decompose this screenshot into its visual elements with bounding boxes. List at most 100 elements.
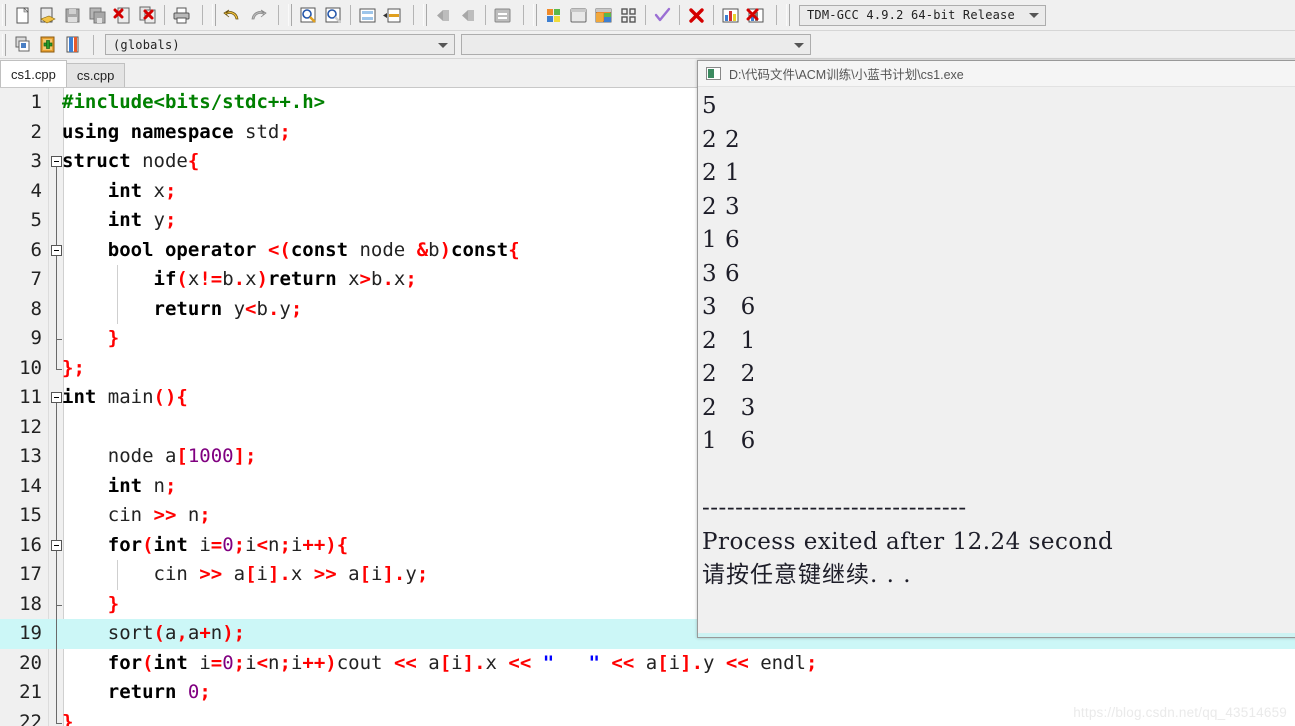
- code-text: using namespace std;: [62, 120, 291, 143]
- compiler-select[interactable]: TDM-GCC 4.9.2 64-bit Release: [799, 4, 1046, 26]
- compile-and-run-button[interactable]: [591, 3, 616, 28]
- scope-select[interactable]: (globals): [105, 34, 455, 55]
- console-line: 2 2: [702, 126, 741, 153]
- fold-toggle-icon[interactable]: [51, 156, 62, 167]
- print-button[interactable]: [169, 3, 194, 28]
- rebuild-all-button[interactable]: [616, 3, 641, 28]
- find-button[interactable]: [296, 3, 321, 28]
- undo-button[interactable]: [220, 3, 245, 28]
- fold-end-mark: [56, 368, 62, 370]
- nav-back-button[interactable]: [431, 3, 456, 28]
- console-line: 2 3: [702, 193, 741, 220]
- toolbar-grip[interactable]: [2, 4, 6, 26]
- redo-button[interactable]: [245, 3, 270, 28]
- toolbar-divider: [350, 5, 351, 25]
- toolbar-grip[interactable]: [288, 4, 292, 26]
- close-all-button[interactable]: [135, 3, 160, 28]
- code-text: cin >> n;: [62, 504, 211, 526]
- goto-line-button[interactable]: [355, 3, 380, 28]
- open-file-button[interactable]: [35, 3, 60, 28]
- code-text: int main(){: [62, 386, 188, 408]
- new-file-button[interactable]: [10, 3, 35, 28]
- code-text: int y;: [107, 209, 177, 231]
- new-project-button[interactable]: [10, 32, 35, 57]
- member-select[interactable]: [461, 34, 811, 55]
- project-manager-button[interactable]: [60, 32, 85, 57]
- code-text: }: [107, 592, 120, 615]
- delete-profile-button[interactable]: [743, 3, 768, 28]
- console-line: 3 6: [702, 294, 756, 320]
- toolbar-divider: [278, 5, 279, 25]
- code-text: #include<bits/stdc++.h>: [62, 91, 326, 113]
- tab-cs1-cpp[interactable]: cs1.cpp: [0, 60, 67, 87]
- console-app-icon: [706, 67, 721, 80]
- console-line: --------------------------------: [702, 495, 967, 521]
- code-text: int x;: [107, 179, 177, 202]
- toolbar-divider: [485, 5, 486, 25]
- console-line: 请按任意键继续. . .: [702, 562, 912, 588]
- console-line: 2 1: [702, 160, 741, 186]
- syntax-check-button[interactable]: [650, 3, 675, 28]
- compile-toolbar-group: [540, 0, 769, 30]
- console-output-window[interactable]: D:\代码文件\ACM训练\小蓝书计划\cs1.exe 5 2 2 2 1 2 3 1 …: [697, 60, 1295, 638]
- line-number: 20: [19, 651, 42, 674]
- console-line: 2 1: [702, 327, 756, 354]
- dev-cpp-window: TDM-GCC 4.9.2 64-bit Release (globals) c…: [0, 0, 1295, 726]
- line-number: 6: [30, 238, 42, 261]
- line-number: 4: [30, 179, 42, 202]
- add-to-project-button[interactable]: [35, 32, 60, 57]
- close-file-button[interactable]: [110, 3, 135, 28]
- fold-toggle-icon[interactable]: [51, 392, 62, 403]
- code-text: if(x!=b.x)return x>b.x;: [153, 268, 417, 290]
- code-line[interactable]: 21 return 0;: [0, 678, 1295, 708]
- code-line[interactable]: 20 for(int i=0;i<n;i++)cout << a[i].x <<…: [0, 649, 1295, 679]
- toolbar-grip[interactable]: [786, 4, 790, 26]
- toolbar-grip[interactable]: [423, 4, 427, 26]
- line-number: 2: [30, 120, 42, 143]
- fold-toggle-icon[interactable]: [51, 244, 62, 256]
- fold-end-mark: [56, 604, 62, 606]
- replace-button[interactable]: [321, 3, 346, 28]
- goto-function-button[interactable]: [380, 3, 405, 28]
- line-number: 21: [19, 681, 42, 703]
- navigation-toolbar-group: [430, 0, 516, 30]
- toolbar-grip[interactable]: [533, 4, 537, 26]
- console-line: 5: [702, 93, 718, 119]
- toolbar-divider: [645, 5, 646, 25]
- code-text: }: [62, 710, 74, 726]
- line-number: 5: [30, 209, 42, 231]
- toolbar-divider: [679, 5, 680, 25]
- scope-select-value: (globals): [113, 37, 180, 52]
- toolbar-divider: [93, 34, 94, 55]
- search-toolbar-group: [295, 0, 406, 30]
- blog-watermark: https://blog.csdn.net/qq_43514659: [1073, 705, 1287, 720]
- profile-button[interactable]: [718, 3, 743, 28]
- line-number: 8: [30, 297, 42, 320]
- code-text: int n;: [107, 474, 177, 497]
- line-number: 1: [30, 91, 42, 113]
- run-button[interactable]: [566, 3, 591, 28]
- fold-toggle-icon[interactable]: [51, 539, 62, 551]
- fold-end-mark: [56, 722, 62, 724]
- code-text: node a[1000];: [62, 445, 257, 467]
- stop-execution-button[interactable]: [684, 3, 709, 28]
- line-number: 17: [19, 563, 42, 585]
- tab-cs-cpp[interactable]: cs.cpp: [65, 63, 126, 87]
- line-number: 19: [19, 622, 42, 644]
- save-file-button[interactable]: [60, 3, 85, 28]
- console-line: 2 2: [702, 361, 756, 387]
- compile-button[interactable]: [541, 3, 566, 28]
- project-toolbar-group: [9, 31, 86, 58]
- code-text: for(int i=0;i<n;i++)cout << a[i].x << " …: [107, 651, 818, 674]
- toolbar-grip[interactable]: [212, 4, 216, 26]
- console-titlebar[interactable]: D:\代码文件\ACM训练\小蓝书计划\cs1.exe: [698, 61, 1295, 87]
- save-all-button[interactable]: [85, 3, 110, 28]
- console-line: Process exited after 12.24 second: [702, 528, 1114, 555]
- nav-forward-button[interactable]: [456, 3, 481, 28]
- toggle-panel-button[interactable]: [490, 3, 515, 28]
- line-number: 14: [19, 474, 42, 497]
- code-text: sort(a,a+n);: [62, 622, 246, 644]
- toolbar-grip[interactable]: [2, 33, 6, 56]
- line-number: 13: [19, 445, 42, 467]
